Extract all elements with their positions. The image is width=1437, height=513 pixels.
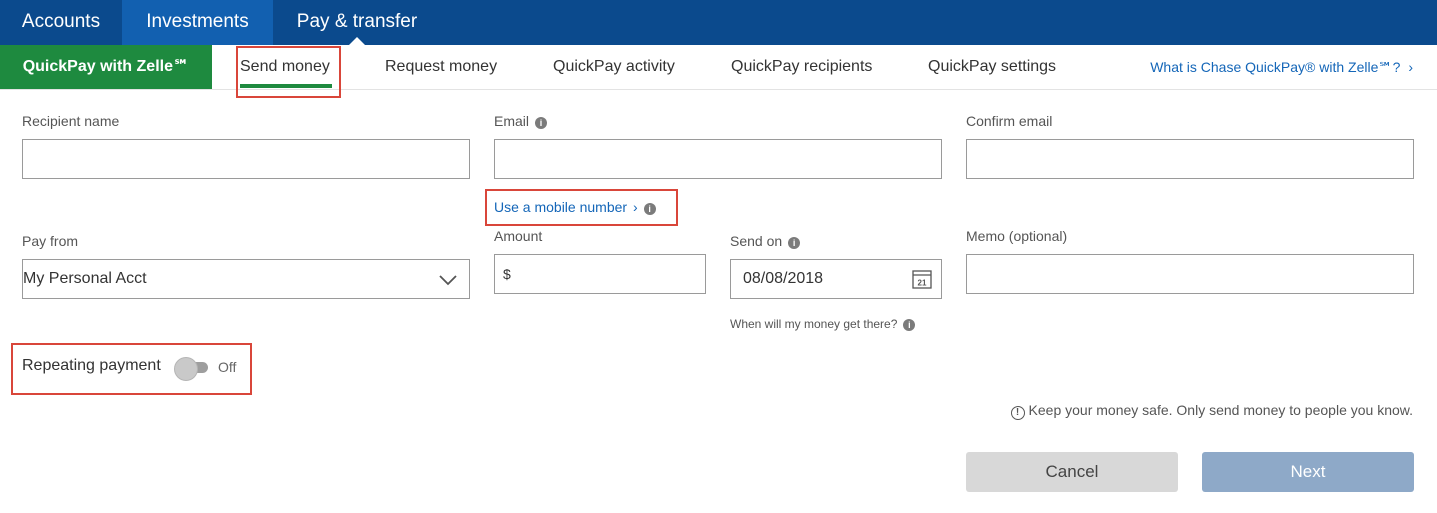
- send-on-label: Send on: [730, 233, 783, 249]
- chevron-right-icon: ›: [1408, 59, 1413, 75]
- delivery-help-text[interactable]: When will my money get there?: [730, 317, 897, 331]
- recipient-name-input[interactable]: [22, 139, 470, 179]
- send-on-label-row: Send on i: [730, 233, 801, 249]
- info-icon[interactable]: i: [903, 319, 916, 331]
- memo-label: Memo (optional): [966, 228, 1068, 244]
- what-is-quickpay-link[interactable]: What is Chase QuickPay® with Zelle℠? ›: [1150, 45, 1413, 89]
- cancel-button[interactable]: Cancel: [966, 452, 1178, 492]
- subtab-quickpay-settings[interactable]: QuickPay settings: [928, 45, 1056, 89]
- pay-from-select[interactable]: My Personal Acct: [22, 259, 470, 299]
- calendar-day-text: 21: [918, 279, 927, 288]
- highlight-mobile-number: [485, 189, 678, 226]
- calendar-icon[interactable]: 21: [912, 269, 932, 289]
- confirm-email-input[interactable]: [966, 139, 1414, 179]
- subtab-quickpay-activity[interactable]: QuickPay activity: [553, 45, 675, 89]
- amount-label: Amount: [494, 228, 543, 244]
- tab-investments[interactable]: Investments: [122, 0, 273, 45]
- confirm-email-label: Confirm email: [966, 113, 1053, 129]
- subtab-request-money[interactable]: Request money: [385, 45, 497, 89]
- info-icon[interactable]: i: [788, 237, 801, 249]
- amount-input[interactable]: $: [494, 254, 706, 294]
- what-is-quickpay-label: What is Chase QuickPay® with Zelle℠?: [1150, 59, 1401, 75]
- send-on-value: 08/08/2018: [743, 270, 824, 287]
- pay-from-value: My Personal Acct: [23, 270, 147, 287]
- subtab-quickpay-recipients[interactable]: QuickPay recipients: [731, 45, 872, 89]
- active-tab-caret: [349, 37, 365, 45]
- memo-input[interactable]: [966, 254, 1414, 294]
- chevron-down-icon[interactable]: [438, 270, 458, 290]
- safety-warning-text: Keep your money safe. Only send money to…: [1028, 402, 1413, 418]
- recipient-name-label: Recipient name: [22, 113, 120, 129]
- currency-prefix: $: [503, 266, 511, 282]
- tab-accounts[interactable]: Accounts: [0, 0, 122, 45]
- safety-warning: ! Keep your money safe. Only send money t…: [1010, 402, 1413, 420]
- pay-from-label: Pay from: [22, 233, 79, 249]
- email-input[interactable]: [494, 139, 942, 179]
- alert-icon: !: [1010, 406, 1025, 420]
- delivery-help-row: When will my money get there? i: [730, 317, 916, 331]
- highlight-send-money: [236, 46, 341, 98]
- email-label: Email: [494, 113, 530, 129]
- send-on-date-input[interactable]: 08/08/2018: [730, 259, 942, 299]
- email-label-row: Email i: [494, 113, 548, 129]
- top-navigation: Accounts Investments Pay & transfer: [0, 0, 1437, 45]
- info-icon[interactable]: i: [535, 117, 548, 129]
- quickpay-brand[interactable]: QuickPay with Zelle℠: [0, 45, 212, 89]
- highlight-repeating-payment: [11, 343, 252, 395]
- sub-navigation: QuickPay with Zelle℠ Send money Request …: [0, 45, 1437, 90]
- next-button[interactable]: Next: [1202, 452, 1414, 492]
